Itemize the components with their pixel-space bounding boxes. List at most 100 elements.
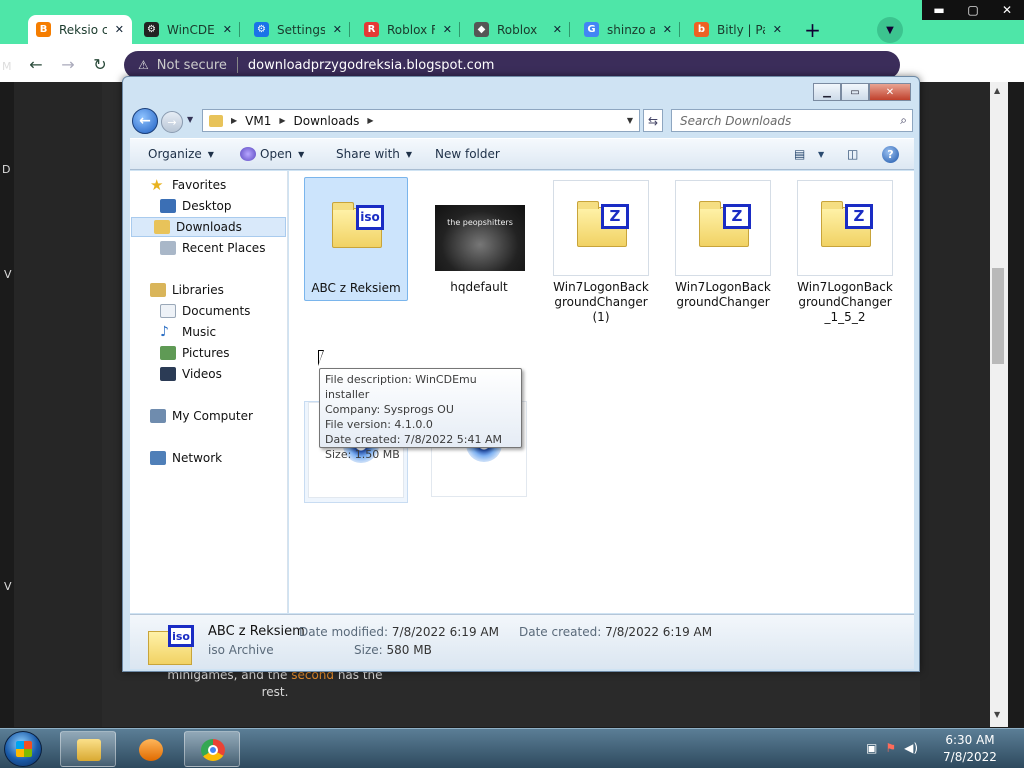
taskbar-media-player[interactable] xyxy=(122,731,178,767)
close-icon[interactable]: ✕ xyxy=(333,23,342,36)
start-button[interactable] xyxy=(4,731,42,767)
tab-shinzo[interactable]: G shinzo a ✕ xyxy=(576,15,680,44)
close-icon[interactable]: ✕ xyxy=(773,23,782,36)
tab-bitly[interactable]: b Bitly | Pa ✕ xyxy=(686,15,790,44)
nav-downloads[interactable]: Downloads xyxy=(131,217,286,237)
page-scrollbar[interactable]: ▲ ▼ xyxy=(990,82,1008,727)
file-win7logon-152[interactable]: Z Win7LogonBackgroundChanger_1_5_2 xyxy=(793,180,897,325)
explorer-address-row: ← → ▼ ▶ VM1 ▶ Downloads ▶ ▼ ⇆ Search Dow… xyxy=(131,107,913,134)
tab-reksio[interactable]: B Reksio c ✕ xyxy=(28,15,132,44)
settings-icon: ⚙ xyxy=(254,22,269,37)
computer-icon xyxy=(150,409,166,423)
zip-badge: Z xyxy=(723,204,751,229)
new-tab-button[interactable]: + xyxy=(799,16,826,43)
close-window-button[interactable]: ✕ xyxy=(990,0,1024,20)
history-dropdown-icon[interactable]: ▼ xyxy=(187,115,193,124)
volume-icon[interactable]: ◀) xyxy=(904,741,918,755)
forward-button[interactable]: → xyxy=(56,52,80,76)
explorer-address-bar[interactable]: ▶ VM1 ▶ Downloads ▶ ▼ xyxy=(202,109,640,132)
chevron-down-icon[interactable]: ▼ xyxy=(627,116,633,125)
plus-icon: + xyxy=(804,17,821,42)
created-value: 7/8/2022 6:19 AM xyxy=(605,625,713,639)
address-bar[interactable]: ⚠ Not secure downloadprzygodreksia.blogs… xyxy=(124,51,900,79)
nav-desktop[interactable]: Desktop xyxy=(160,196,232,216)
scrollbar-thumb[interactable] xyxy=(992,268,1004,364)
explorer-search-input[interactable]: Search Downloads ⌕ xyxy=(671,109,913,132)
network-tray-icon[interactable]: ▣ xyxy=(866,741,877,755)
explorer-minimize-button[interactable]: ▁ xyxy=(813,83,841,101)
mouse-cursor-icon xyxy=(318,350,330,366)
network-icon xyxy=(150,451,166,465)
tab-label: Bitly | Pa xyxy=(717,22,765,37)
tab-roblox-f[interactable]: R Roblox F ✕ xyxy=(356,15,460,44)
close-icon[interactable]: ✕ xyxy=(553,23,562,36)
arrow-left-icon: ← xyxy=(29,54,43,74)
details-file-name: ABC z Reksiem xyxy=(208,624,305,639)
help-icon[interactable]: ? xyxy=(882,146,899,163)
nav-recent-places[interactable]: Recent Places xyxy=(160,238,265,258)
taskbar-chrome[interactable] xyxy=(184,731,240,767)
page-paragraph: minigames, and the second has the rest. xyxy=(160,667,390,701)
nav-label: Downloads xyxy=(176,220,242,234)
chrome-icon xyxy=(201,739,225,761)
file-abc-z-reksiem[interactable]: iso ABC z Reksiem xyxy=(304,177,408,301)
search-icon[interactable]: ⌕ xyxy=(900,113,907,128)
organize-button[interactable]: Organize ▼ xyxy=(148,147,214,161)
explorer-back-button[interactable]: ← xyxy=(132,108,158,134)
breadcrumb-vm1[interactable]: VM1 xyxy=(245,114,271,128)
minimize-button[interactable]: ▬ xyxy=(922,0,956,20)
explorer-close-button[interactable]: ✕ xyxy=(869,83,911,101)
close-icon[interactable]: ✕ xyxy=(663,23,672,36)
tab-search-button[interactable]: ▼ xyxy=(877,17,903,43)
google-icon: G xyxy=(584,22,599,37)
explorer-maximize-button[interactable]: ▭ xyxy=(841,83,869,101)
file-win7logon[interactable]: Z Win7LogonBackgroundChanger xyxy=(671,180,775,310)
nav-documents[interactable]: Documents xyxy=(160,301,250,321)
iso-badge: iso xyxy=(356,205,384,230)
tab-roblox[interactable]: ◆ Roblox ✕ xyxy=(466,15,570,44)
maximize-button[interactable]: ▢ xyxy=(956,0,990,20)
scroll-down-icon[interactable]: ▼ xyxy=(994,710,1000,719)
clock[interactable]: 6:30 AM 7/8/2022 xyxy=(930,732,1010,766)
nav-music[interactable]: ♪ Music xyxy=(160,322,216,342)
nav-pictures[interactable]: Pictures xyxy=(160,343,230,363)
share-with-button[interactable]: Share with ▼ xyxy=(336,147,412,161)
close-icon[interactable]: ✕ xyxy=(443,23,452,36)
chevron-down-icon[interactable]: ▼ xyxy=(818,150,824,159)
file-win7logon-1[interactable]: Z Win7LogonBackgroundChanger (1) xyxy=(549,180,653,325)
tab-separator xyxy=(679,22,680,37)
chevron-down-icon: ▼ xyxy=(207,149,214,159)
explorer-forward-button[interactable]: → xyxy=(161,111,183,133)
close-icon[interactable]: ✕ xyxy=(115,23,124,36)
tab-wincde[interactable]: ⚙ WinCDE ✕ xyxy=(136,15,240,44)
nav-libraries[interactable]: Libraries xyxy=(150,280,224,300)
recent-places-icon xyxy=(160,241,176,255)
tab-settings[interactable]: ⚙ Settings ✕ xyxy=(246,15,350,44)
nav-videos[interactable]: Videos xyxy=(160,364,222,384)
open-button[interactable]: Open ▼ xyxy=(240,147,304,161)
back-button[interactable]: ← xyxy=(24,52,48,76)
tooltip-description: File description: WinCDEmu installer xyxy=(325,373,477,401)
action-center-icon[interactable]: ⚑ xyxy=(885,741,896,755)
window-controls: ▬ ▢ ✕ xyxy=(922,0,1024,20)
breadcrumb-downloads[interactable]: Downloads xyxy=(294,114,360,128)
clock-time: 6:30 AM xyxy=(945,733,995,747)
taskbar-explorer[interactable] xyxy=(60,731,116,767)
explorer-refresh-button[interactable]: ⇆ xyxy=(643,109,663,132)
chevron-down-icon: ▼ xyxy=(298,149,305,159)
nav-network[interactable]: Network xyxy=(150,448,222,468)
file-hqdefault[interactable]: the peopshitters hqdefault xyxy=(427,180,531,295)
tab-separator xyxy=(459,22,460,37)
gear-icon: ⚙ xyxy=(144,22,159,37)
close-icon[interactable]: ✕ xyxy=(223,23,232,36)
reload-button[interactable]: ↻ xyxy=(88,52,112,76)
preview-pane-icon[interactable]: ◫ xyxy=(847,147,858,161)
new-folder-button[interactable]: New folder xyxy=(435,147,500,161)
roblox-icon: R xyxy=(364,22,379,37)
nav-favorites[interactable]: ★ Favorites xyxy=(150,175,226,195)
view-icon[interactable]: ▤ xyxy=(794,147,805,161)
scroll-up-icon[interactable]: ▲ xyxy=(994,86,1000,95)
tab-strip: B Reksio c ✕ ⚙ WinCDE ✕ ⚙ Settings ✕ R R… xyxy=(0,0,1024,44)
roblox-icon: ◆ xyxy=(474,22,489,37)
nav-my-computer[interactable]: My Computer xyxy=(150,406,253,426)
